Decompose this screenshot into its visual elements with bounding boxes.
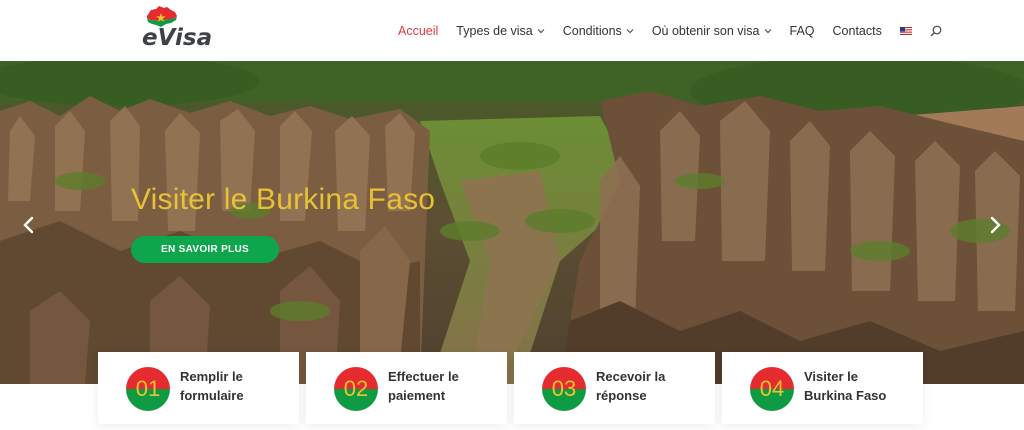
nav-item-faq[interactable]: FAQ — [790, 24, 815, 38]
hero-slider: Visiter le Burkina Faso EN SAVOIR PLUS — [0, 61, 1024, 384]
step-number-badge: 01 — [126, 367, 170, 411]
chevron-right-icon[interactable] — [988, 216, 1002, 234]
step-label-line1: Visiter le — [804, 369, 858, 384]
nav-item-label: FAQ — [789, 23, 815, 38]
evisa-logo[interactable]: eVisa — [142, 6, 212, 51]
hero-landscape-image — [0, 61, 1024, 384]
step-label-line2: paiement — [388, 388, 446, 403]
main-nav: Accueil Types de visa Conditions Où obte… — [398, 0, 942, 61]
step-card: 02 Effectuer le paiement — [306, 352, 507, 424]
step-number: 02 — [343, 376, 369, 401]
step-card: 01 Remplir le formulaire — [98, 352, 299, 424]
chevron-left-icon[interactable] — [22, 216, 36, 234]
step-label-line2: Burkina Faso — [804, 388, 887, 403]
step-number-badge: 03 — [542, 367, 586, 411]
nav-item-conditions[interactable]: Conditions — [563, 24, 634, 38]
nav-item-ou-obtenir[interactable]: Où obtenir son visa — [652, 24, 772, 38]
logo-text: eVisa — [142, 25, 213, 51]
nav-item-label: Conditions — [562, 23, 622, 38]
hero-title: Visiter le Burkina Faso — [131, 183, 436, 216]
nav-item-label: Types de visa — [456, 23, 533, 38]
step-label: Effectuer le paiement — [388, 367, 498, 405]
chevron-down-icon — [537, 28, 545, 33]
step-label-line1: Recevoir la — [596, 369, 666, 384]
nav-item-contacts[interactable]: Contacts — [833, 24, 882, 38]
nav-item-label: Où obtenir son visa — [651, 23, 760, 38]
nav-item-label: Contacts — [832, 23, 882, 38]
step-label-line2: réponse — [596, 388, 647, 403]
step-label-line2: formulaire — [180, 388, 244, 403]
step-number: 04 — [759, 376, 785, 401]
step-label: Remplir le formulaire — [180, 367, 290, 405]
nav-item-types-de-visa[interactable]: Types de visa — [456, 23, 545, 38]
site-header: eVisa Accueil Types de visa Conditions O… — [0, 0, 1024, 61]
step-number-badge: 04 — [750, 367, 794, 411]
nav-item-label: Accueil — [398, 23, 439, 38]
us-flag-icon — [899, 26, 912, 35]
search-button[interactable] — [930, 25, 942, 37]
step-number-badge: 02 — [334, 367, 378, 411]
step-label-line1: Remplir le — [180, 369, 243, 384]
step-number: 03 — [551, 376, 577, 401]
chevron-down-icon — [626, 28, 634, 33]
search-icon — [930, 25, 942, 36]
step-label: Visiter le Burkina Faso — [804, 367, 914, 405]
step-label-line1: Effectuer le — [388, 369, 459, 384]
step-label: Recevoir la réponse — [596, 367, 706, 405]
language-switcher[interactable] — [899, 26, 912, 35]
process-steps: 01 Remplir le formulaire 02 Effectuer le… — [98, 352, 926, 424]
step-card: 04 Visiter le Burkina Faso — [722, 352, 923, 424]
chevron-down-icon — [764, 28, 771, 33]
step-number: 01 — [135, 376, 161, 401]
en-savoir-plus-button[interactable]: EN SAVOIR PLUS — [131, 236, 279, 263]
nav-item-accueil[interactable]: Accueil — [398, 24, 438, 38]
step-card: 03 Recevoir la réponse — [514, 352, 715, 424]
